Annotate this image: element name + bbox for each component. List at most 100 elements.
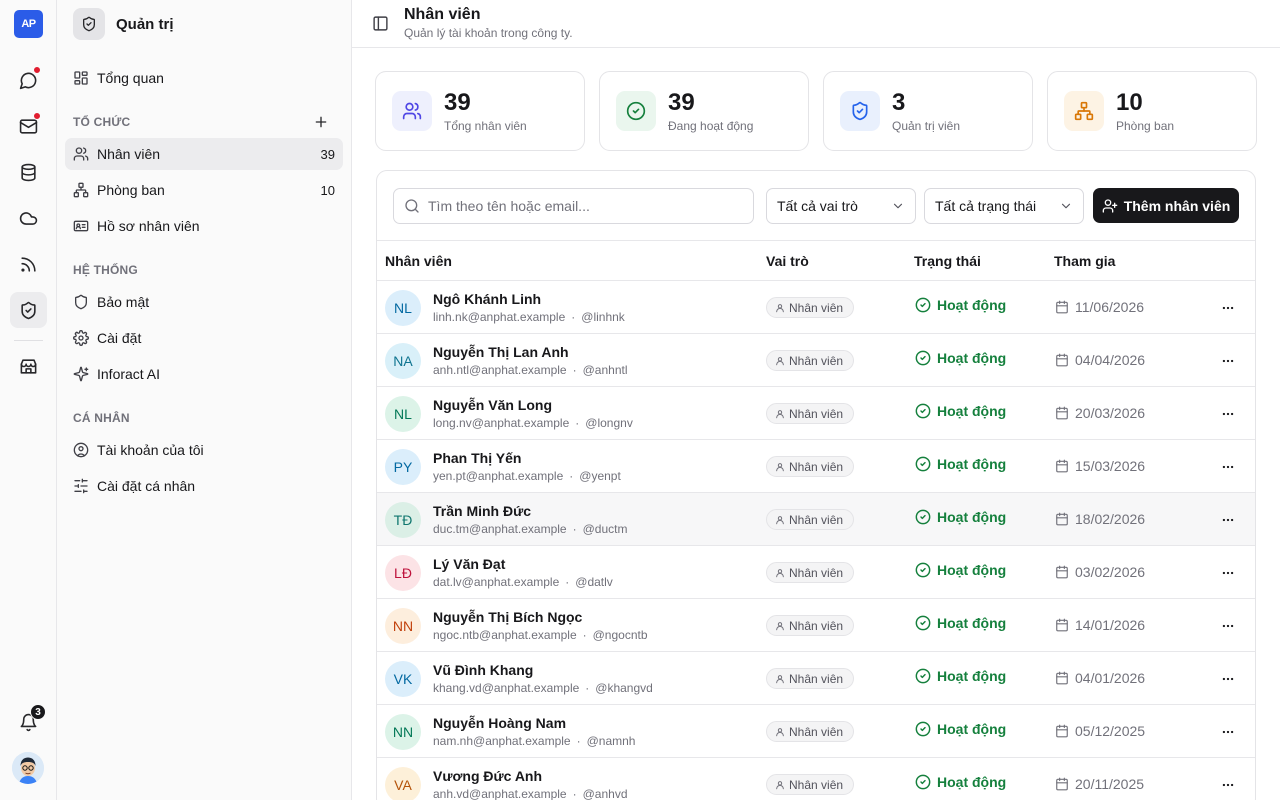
sidebar-header: Quản trị [73, 8, 174, 40]
user-icon [776, 462, 784, 471]
status-label: Hoạt động [937, 774, 1007, 790]
role-badge: Nhân viên [766, 721, 855, 742]
add-employee-button[interactable]: Thêm nhân viên [1093, 188, 1239, 223]
employee-contact: nam.nh@anphat.example · @namnh [433, 734, 635, 748]
stat-card-admins: 3 Quản trị viên [823, 71, 1033, 151]
role-label: Nhân viên [789, 353, 844, 368]
joined-date: 20/11/2025 [1055, 776, 1144, 792]
role-filter-select[interactable]: Tất cả vai trò [766, 188, 916, 224]
employee-name[interactable]: Vũ Đình Khang [433, 662, 533, 678]
more-actions-icon[interactable] [1220, 778, 1236, 792]
more-actions-icon[interactable] [1220, 460, 1236, 474]
sidebar-item-employee-profiles[interactable]: Hồ sơ nhân viên [65, 210, 343, 242]
status-indicator: Hoạt động [915, 562, 1006, 578]
check-circle-icon [915, 509, 931, 525]
sidebar-item-label: Cài đặt cá nhân [97, 478, 196, 494]
status-indicator: Hoạt động [915, 509, 1006, 525]
table-row[interactable]: LĐ Lý Văn Đạt dat.lv@anphat.example · @datlv… [377, 546, 1255, 599]
employee-name[interactable]: Trần Minh Đức [433, 503, 531, 519]
rail-feed-button[interactable] [10, 246, 47, 282]
joined-date: 11/06/2026 [1055, 299, 1144, 315]
app-logo[interactable]: AP [14, 10, 43, 38]
separator-dot: · [572, 522, 577, 536]
employee-contact: anh.ntl@anphat.example · @anhntl [433, 363, 628, 377]
rail-notifications-button[interactable]: 3 [10, 704, 47, 740]
table-row[interactable]: VA Vương Đức Anh anh.vd@anphat.example · @an… [377, 758, 1255, 800]
table-row[interactable]: NL Ngô Khánh Linh linh.nk@anphat.example · @… [377, 281, 1255, 334]
column-header-role[interactable]: Vai trò [766, 253, 809, 269]
more-actions-icon[interactable] [1220, 301, 1236, 315]
sidebar-title: Quản trị [116, 15, 174, 33]
column-header-status[interactable]: Trạng thái [914, 253, 981, 269]
sidebar-item-label: Inforact AI [97, 366, 161, 382]
page-header: Nhân viên Quản lý tài khoản trong công t… [352, 0, 1280, 48]
user-avatar[interactable] [12, 752, 44, 784]
role-filter-value: Tất cả vai trò [777, 198, 858, 214]
rail-store-button[interactable] [10, 348, 47, 384]
table-row[interactable]: TĐ Trần Minh Đức duc.tm@anphat.example · @du… [377, 493, 1255, 546]
rail-database-button[interactable] [10, 154, 47, 190]
add-org-item-icon[interactable] [313, 114, 329, 130]
search-input[interactable] [428, 198, 728, 214]
sidebar-item-count: 39 [320, 146, 335, 162]
employee-name[interactable]: Lý Văn Đạt [433, 556, 505, 572]
sidebar-item-employees[interactable]: Nhân viên 39 [65, 138, 343, 170]
sidebar-item-my-account[interactable]: Tài khoản của tôi [65, 434, 343, 466]
admin-sidebar: Quản trị Tổng quan TỔ CHỨC Nhân viên 39 … [57, 0, 352, 800]
more-actions-icon[interactable] [1220, 725, 1236, 739]
more-actions-icon[interactable] [1220, 619, 1236, 633]
separator-dot: · [576, 734, 581, 748]
rail-admin-button[interactable] [10, 292, 47, 328]
role-label: Nhân viên [789, 459, 844, 474]
status-label: Hoạt động [937, 403, 1007, 419]
employee-email: linh.nk@anphat.example [433, 310, 566, 324]
status-label: Hoạt động [937, 509, 1007, 525]
column-header-employee[interactable]: Nhân viên [385, 253, 452, 269]
more-actions-icon[interactable] [1220, 407, 1236, 421]
table-row[interactable]: NL Nguyễn Văn Long long.nv@anphat.example ·… [377, 387, 1255, 440]
table-row[interactable]: NA Nguyễn Thị Lan Anh anh.ntl@anphat.examp… [377, 334, 1255, 387]
page-subtitle: Quản lý tài khoản trong công ty. [404, 26, 573, 40]
more-actions-icon[interactable] [1220, 354, 1236, 368]
rail-mail-button[interactable] [10, 108, 47, 144]
more-actions-icon[interactable] [1220, 513, 1236, 527]
employee-name[interactable]: Phan Thị Yến [433, 450, 521, 466]
joined-date: 04/04/2026 [1055, 352, 1145, 368]
employee-name[interactable]: Ngô Khánh Linh [433, 291, 541, 307]
table-row[interactable]: PY Phan Thị Yến yen.pt@anphat.example · @yen… [377, 440, 1255, 493]
column-header-joined[interactable]: Tham gia [1054, 253, 1115, 269]
sidebar-item-ai[interactable]: Inforact AI [65, 358, 343, 390]
employee-contact: anh.vd@anphat.example · @anhvd [433, 787, 628, 800]
avatar-illustration [12, 752, 44, 784]
status-filter-select[interactable]: Tất cả trạng thái [924, 188, 1084, 224]
search-box[interactable] [393, 188, 754, 224]
employee-email: anh.vd@anphat.example [433, 787, 567, 800]
sidebar-item-overview[interactable]: Tổng quan [65, 62, 343, 94]
sidebar-item-security[interactable]: Bảo mật [65, 286, 343, 318]
more-actions-icon[interactable] [1220, 672, 1236, 686]
cloud-icon [19, 211, 38, 225]
check-circle-icon [915, 456, 931, 472]
sidebar-item-departments[interactable]: Phòng ban 10 [65, 174, 343, 206]
sidebar-item-personal-settings[interactable]: Cài đặt cá nhân [65, 470, 343, 502]
table-row[interactable]: NN Nguyễn Thị Bích Ngọc ngoc.ntb@anphat.ex… [377, 599, 1255, 652]
employee-name[interactable]: Nguyễn Hoàng Nam [433, 715, 566, 731]
more-actions-icon[interactable] [1220, 566, 1236, 580]
employee-avatar: NN [385, 714, 421, 750]
table-row[interactable]: VK Vũ Đình Khang khang.vd@anphat.example · @… [377, 652, 1255, 705]
rail-cloud-button[interactable] [10, 200, 47, 236]
employee-name[interactable]: Nguyễn Thị Bích Ngọc [433, 609, 582, 625]
employee-name[interactable]: Nguyễn Văn Long [433, 397, 552, 413]
employee-contact: linh.nk@anphat.example · @linhnk [433, 310, 625, 324]
user-icon [776, 409, 784, 418]
stat-card-departments: 10 Phòng ban [1047, 71, 1257, 151]
sidebar-toggle-icon[interactable] [372, 15, 389, 32]
sidebar-item-settings[interactable]: Cài đặt [65, 322, 343, 354]
employee-name[interactable]: Nguyễn Thị Lan Anh [433, 344, 569, 360]
shield-check-icon [83, 16, 95, 32]
status-label: Hoạt động [937, 615, 1007, 631]
table-row[interactable]: NN Nguyễn Hoàng Nam nam.nh@anphat.example ·… [377, 705, 1255, 758]
rail-messages-button[interactable] [10, 62, 47, 98]
employee-name[interactable]: Vương Đức Anh [433, 768, 542, 784]
employee-handle: @anhvd [582, 787, 628, 800]
